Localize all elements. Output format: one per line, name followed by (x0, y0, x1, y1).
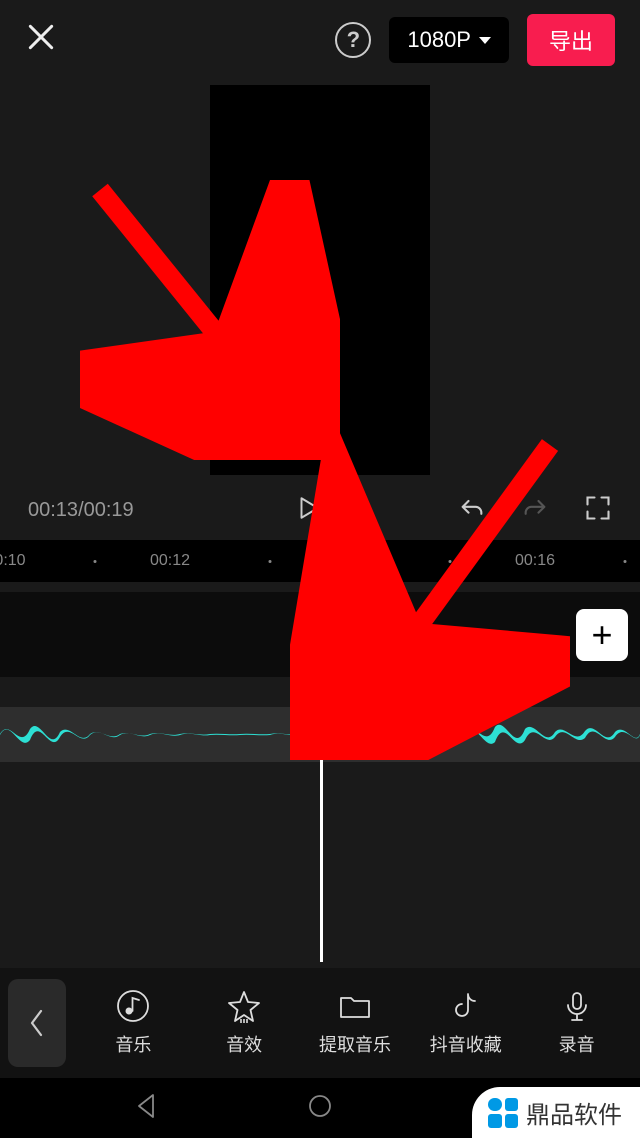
ruler-tick: 0:10 (0, 552, 26, 570)
watermark-logo-icon (488, 1098, 518, 1128)
tool-douyin-favorites[interactable]: 抖音收藏 (410, 989, 521, 1057)
music-note-icon (116, 989, 150, 1023)
star-icon (227, 989, 261, 1023)
chevron-down-icon (479, 37, 491, 44)
ruler-dot (624, 560, 627, 563)
tool-label: 音乐 (115, 1031, 151, 1057)
help-button[interactable]: ? (335, 22, 371, 58)
nav-home-button[interactable] (306, 1092, 334, 1125)
fullscreen-button[interactable] (584, 494, 612, 527)
add-clip-button[interactable]: + (576, 609, 628, 661)
close-button[interactable] (25, 21, 57, 59)
ruler-dot (94, 560, 97, 563)
nav-back-button[interactable] (133, 1092, 161, 1125)
tool-label: 抖音收藏 (430, 1031, 502, 1057)
video-preview[interactable] (210, 85, 430, 475)
resolution-selector[interactable]: 1080P (389, 17, 509, 63)
tool-label: 音效 (226, 1031, 262, 1057)
tool-sound-effect[interactable]: 音效 (189, 989, 300, 1057)
mic-icon (560, 989, 594, 1023)
bottom-toolbar: 音乐 音效 提取音乐 抖音收藏 录音 (0, 968, 640, 1078)
tool-music[interactable]: 音乐 (78, 989, 189, 1057)
tool-record[interactable]: 录音 (521, 989, 632, 1057)
resolution-label: 1080P (407, 27, 471, 53)
tool-extract-music[interactable]: 提取音乐 (300, 989, 411, 1057)
export-button[interactable]: 导出 (527, 14, 615, 66)
watermark-text: 鼎品软件 (526, 1095, 622, 1130)
undo-button[interactable] (458, 494, 486, 527)
playback-bar: 00:13/00:19 (0, 480, 640, 540)
tool-label: 提取音乐 (319, 1031, 391, 1057)
ruler-dot (449, 560, 452, 563)
watermark: 鼎品软件 (472, 1087, 640, 1138)
toolbar-back-button[interactable] (8, 979, 66, 1067)
time-display: 00:13/00:19 (28, 499, 134, 522)
playhead[interactable] (320, 592, 323, 962)
ruler-tick: 00:12 (150, 552, 190, 570)
video-preview-area (0, 80, 640, 480)
ruler-tick: 00:16 (515, 552, 555, 570)
play-button[interactable] (270, 495, 321, 526)
ruler-tick: 00:14 (335, 552, 375, 570)
ruler-dot (269, 560, 272, 563)
timeline-area[interactable]: + (0, 592, 640, 962)
folder-icon (338, 989, 372, 1023)
top-bar: ? 1080P 导出 (0, 0, 640, 80)
douyin-icon (449, 989, 483, 1023)
redo-button[interactable] (521, 494, 549, 527)
timeline-ruler[interactable]: 0:10 00:12 00:14 00:16 (0, 540, 640, 582)
tool-label: 录音 (559, 1031, 595, 1057)
